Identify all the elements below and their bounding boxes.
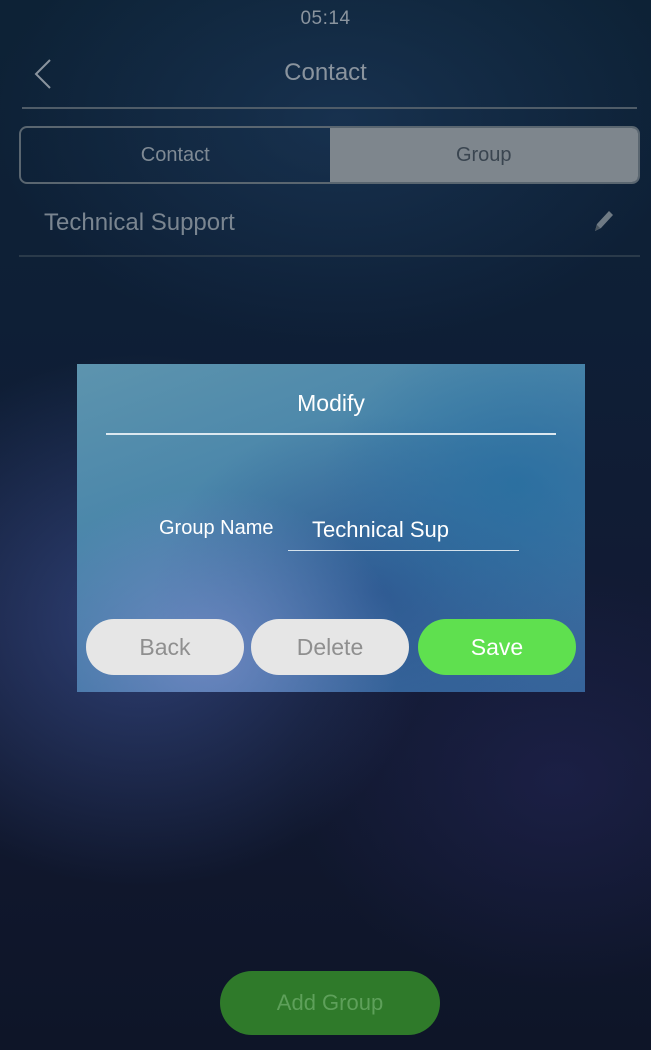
add-group-button[interactable]: Add Group xyxy=(220,971,440,1035)
dialog-title: Modify xyxy=(297,390,365,416)
header-divider xyxy=(22,107,637,109)
modify-dialog: Modify Group Name Back Delete Save xyxy=(77,364,585,692)
page-title: Contact xyxy=(284,59,367,86)
pencil-icon[interactable] xyxy=(592,208,616,234)
group-name-input[interactable] xyxy=(288,509,519,551)
back-button-dialog[interactable]: Back xyxy=(86,619,244,675)
tab-contact[interactable]: Contact xyxy=(21,128,330,182)
screen: 05:14 Contact Contact Group Technical Su… xyxy=(0,0,651,1050)
tab-switcher: Contact Group xyxy=(19,126,640,184)
group-name-field-label: Group Name xyxy=(159,517,274,539)
status-time: 05:14 xyxy=(300,8,351,29)
dialog-divider xyxy=(106,433,556,435)
group-name-label: Technical Support xyxy=(44,209,235,236)
tab-group[interactable]: Group xyxy=(329,128,638,182)
save-button[interactable]: Save xyxy=(418,619,576,675)
delete-button[interactable]: Delete xyxy=(251,619,409,675)
list-item[interactable]: Technical Support xyxy=(19,195,640,257)
